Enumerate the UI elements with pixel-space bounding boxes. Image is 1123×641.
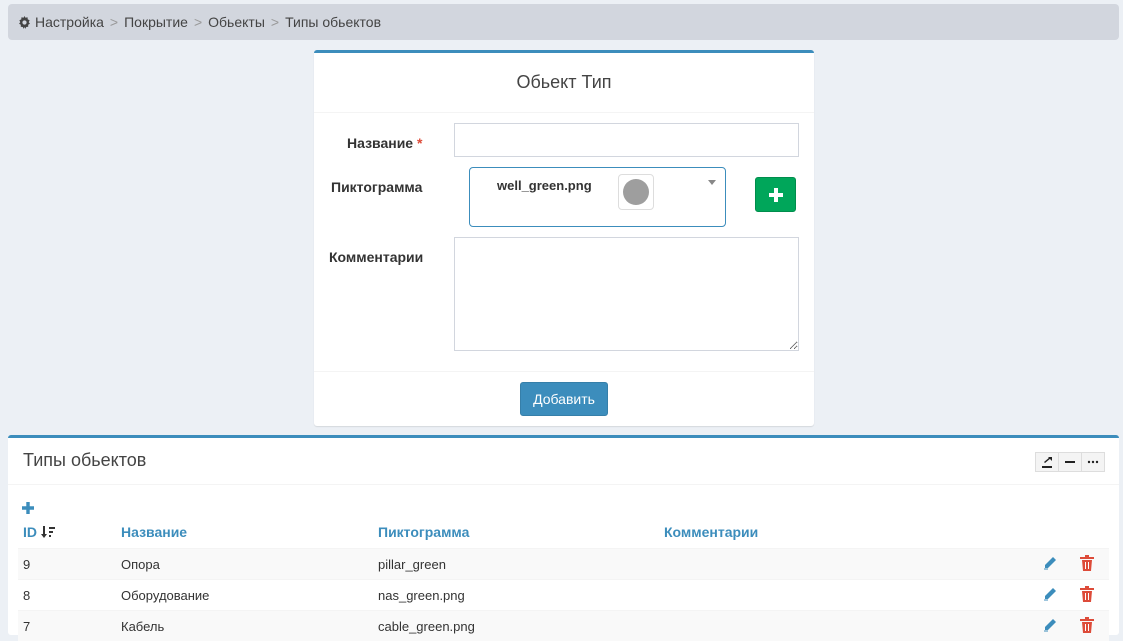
- name-label-text: Название: [347, 135, 414, 151]
- comment-label: Комментарии: [329, 249, 424, 265]
- add-icon-button[interactable]: [755, 177, 796, 212]
- table-row: 8 Оборудование nas_green.png: [18, 579, 1109, 610]
- breadcrumb-separator: >: [193, 14, 203, 30]
- cell-id: 9: [23, 557, 31, 572]
- name-label: Название *: [347, 135, 422, 151]
- cell-icon: cable_green.png: [378, 619, 475, 634]
- breadcrumb-separator: >: [109, 14, 119, 30]
- icon-label: Пиктограмма: [331, 179, 423, 195]
- breadcrumb-item-object-types: Типы обьектов: [285, 14, 382, 30]
- breadcrumb: Настройка > Покрытие > Обьекты > Типы об…: [8, 4, 1119, 40]
- object-type-form: Обьект Тип Название * Пиктограмма well_g…: [314, 50, 814, 426]
- add-row-button[interactable]: [22, 494, 34, 520]
- cell-name: Оборудование: [121, 588, 210, 603]
- cell-icon: pillar_green: [378, 557, 446, 572]
- export-icon: [1042, 457, 1052, 468]
- icon-select-value: well_green.png: [497, 178, 592, 193]
- breadcrumb-item-coverage[interactable]: Покрытие: [124, 14, 188, 30]
- edit-icon[interactable]: [1042, 586, 1058, 605]
- table-row: 7 Кабель cable_green.png: [18, 610, 1109, 641]
- icon-select[interactable]: well_green.png: [469, 167, 726, 227]
- submit-button[interactable]: Добавить: [520, 382, 608, 416]
- object-types-panel: Типы обьектов ID Название Пиктограмма Ко…: [8, 435, 1119, 641]
- column-header-name[interactable]: Название: [121, 524, 187, 540]
- edit-icon[interactable]: [1042, 617, 1058, 636]
- breadcrumb-item-objects[interactable]: Обьекты: [208, 14, 265, 30]
- delete-icon[interactable]: [1080, 617, 1094, 636]
- export-button[interactable]: [1035, 452, 1059, 472]
- chevron-down-icon: [708, 180, 716, 185]
- comment-textarea[interactable]: [454, 237, 799, 351]
- panel-title: Типы обьектов: [23, 450, 147, 470]
- collapse-button[interactable]: [1058, 452, 1082, 472]
- column-header-comment[interactable]: Комментарии: [664, 524, 758, 540]
- delete-icon[interactable]: [1080, 555, 1094, 574]
- cell-name: Опора: [121, 557, 160, 572]
- column-header-id-label: ID: [23, 524, 37, 540]
- form-title: Обьект Тип: [314, 53, 814, 113]
- ellipsis-icon: [1087, 460, 1099, 464]
- breadcrumb-separator: >: [270, 14, 280, 30]
- panel-divider: [8, 484, 1119, 485]
- icon-preview: [618, 174, 654, 210]
- circle-icon: [623, 179, 649, 205]
- plus-icon: [768, 187, 783, 202]
- column-header-icon[interactable]: Пиктограмма: [378, 524, 469, 540]
- column-header-id[interactable]: ID: [23, 524, 55, 540]
- table-row: 9 Опора pillar_green: [18, 548, 1109, 579]
- delete-icon[interactable]: [1080, 586, 1094, 605]
- sort-desc-icon: [40, 526, 55, 538]
- minus-icon: [1065, 461, 1075, 463]
- cell-id: 7: [23, 619, 31, 634]
- panel-tools: [1035, 452, 1105, 472]
- breadcrumb-item-settings[interactable]: Настройка: [35, 14, 104, 30]
- cell-id: 8: [23, 588, 31, 603]
- plus-icon: [22, 502, 34, 514]
- form-footer: Добавить: [314, 371, 814, 426]
- name-input[interactable]: [454, 123, 799, 157]
- more-button[interactable]: [1081, 452, 1105, 472]
- cell-name: Кабель: [121, 619, 165, 634]
- edit-icon[interactable]: [1042, 555, 1058, 574]
- required-mark: *: [416, 135, 423, 151]
- cell-icon: nas_green.png: [378, 588, 465, 603]
- gear-icon: [18, 15, 31, 29]
